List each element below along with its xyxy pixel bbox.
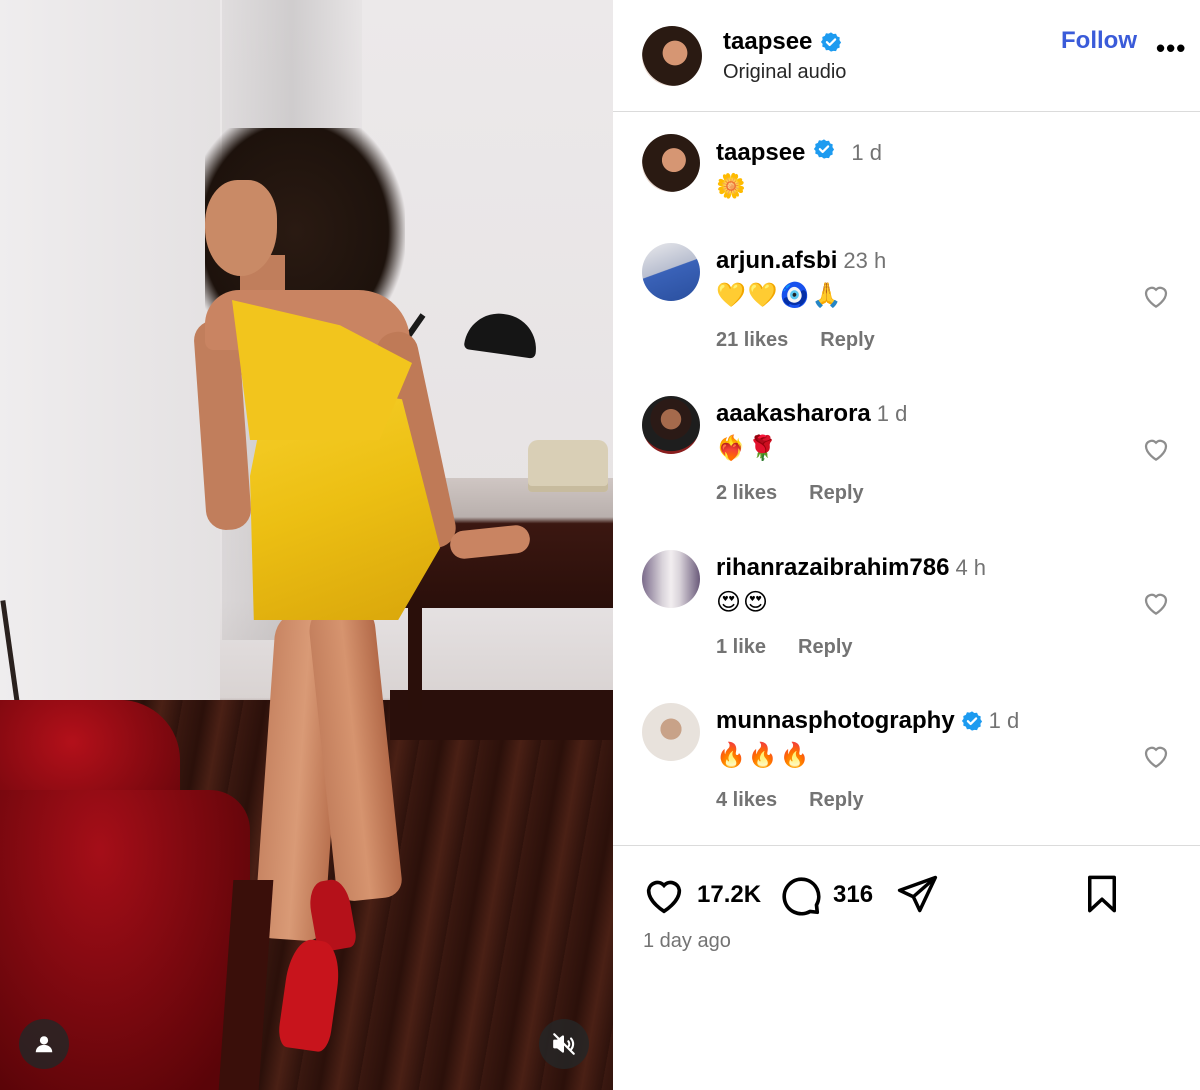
heart-icon[interactable] bbox=[1141, 281, 1171, 311]
heart-icon[interactable] bbox=[1141, 588, 1171, 618]
comment-meta: 1 like Reply bbox=[716, 636, 853, 659]
reply-button[interactable]: Reply bbox=[809, 789, 863, 812]
comment-time: 23 h bbox=[843, 248, 887, 273]
wall bbox=[0, 0, 220, 720]
comment-text: 💛💛🧿🙏 bbox=[716, 282, 844, 309]
like-count: 17.2K bbox=[697, 881, 762, 908]
original-audio-link[interactable]: Original audio bbox=[723, 61, 846, 84]
reply-button[interactable]: Reply bbox=[798, 636, 852, 659]
verified-badge-icon bbox=[814, 139, 835, 159]
comment-likes[interactable]: 2 likes bbox=[716, 482, 777, 505]
commenter-username[interactable]: rihanrazaibrahim786 bbox=[716, 554, 949, 582]
comment-likes[interactable]: 1 like bbox=[716, 636, 766, 659]
desk-leg bbox=[408, 600, 422, 710]
comment-item: munnasphotography 1 d 🔥🔥🔥 4 likes Reply bbox=[613, 703, 1200, 853]
heart-icon[interactable] bbox=[1141, 434, 1171, 464]
commenter-avatar[interactable] bbox=[642, 550, 700, 608]
comment-header: aaakasharora 1 d bbox=[716, 400, 907, 428]
heart-icon[interactable] bbox=[1141, 741, 1171, 771]
comment-item: rihanrazaibrahim786 4 h 😍😍 1 like Reply bbox=[613, 550, 1200, 700]
comment-item: arjun.afsbi 23 h 💛💛🧿🙏 21 likes Reply bbox=[613, 243, 1200, 393]
post-header: taapsee Original audio Follow ••• bbox=[613, 0, 1200, 112]
comment-header: munnasphotography 1 d bbox=[716, 707, 1019, 735]
comment-button[interactable]: 316 bbox=[777, 872, 873, 918]
follow-button[interactable]: Follow bbox=[1061, 27, 1137, 55]
comment-count: 316 bbox=[833, 881, 874, 908]
reply-button[interactable]: Reply bbox=[820, 329, 874, 352]
face bbox=[205, 180, 277, 276]
caption-text: 🌼 bbox=[716, 173, 746, 200]
mute-button[interactable] bbox=[539, 1019, 589, 1069]
commenter-avatar[interactable] bbox=[642, 396, 700, 454]
commenter-username[interactable]: munnasphotography bbox=[716, 707, 955, 735]
author-avatar[interactable] bbox=[642, 26, 702, 86]
caption-time: 1 d bbox=[851, 140, 882, 165]
like-button[interactable]: 17.2K bbox=[641, 872, 761, 918]
comment-likes[interactable]: 4 likes bbox=[716, 789, 777, 812]
comment-meta: 21 likes Reply bbox=[716, 329, 875, 352]
comment-time: 1 d bbox=[988, 708, 1020, 733]
post-details-panel: taapsee Original audio Follow ••• taapse… bbox=[613, 0, 1200, 1090]
comment-meta: 2 likes Reply bbox=[716, 482, 864, 505]
verified-badge-icon bbox=[961, 711, 982, 731]
tagged-users-button[interactable] bbox=[19, 1019, 69, 1069]
telephone bbox=[528, 440, 608, 492]
caption-header: taapsee 1 d bbox=[716, 138, 882, 167]
caption-username[interactable]: taapsee bbox=[716, 139, 805, 167]
desk-lamp bbox=[463, 309, 541, 359]
user-icon bbox=[35, 1036, 53, 1053]
comment-meta: 4 likes Reply bbox=[716, 789, 864, 812]
heart-icon bbox=[646, 880, 682, 914]
save-button[interactable] bbox=[1081, 872, 1123, 916]
skirting bbox=[390, 690, 613, 740]
commenter-username[interactable]: arjun.afsbi bbox=[716, 247, 837, 275]
bookmark-icon bbox=[1088, 875, 1116, 913]
posted-time[interactable]: 1 day ago bbox=[643, 930, 731, 953]
comment-icon bbox=[782, 877, 821, 916]
commenter-avatar[interactable] bbox=[642, 243, 700, 301]
comment-text: 😍😍 bbox=[716, 589, 771, 616]
commenter-username[interactable]: aaakasharora bbox=[716, 400, 871, 428]
reply-button[interactable]: Reply bbox=[809, 482, 863, 505]
author-name-row: taapsee bbox=[723, 28, 842, 56]
mute-icon bbox=[553, 1033, 575, 1055]
commenter-avatar[interactable] bbox=[642, 703, 700, 761]
comment-time: 1 d bbox=[876, 401, 908, 426]
author-username[interactable]: taapsee bbox=[723, 28, 812, 56]
comment-text: ❤️‍🔥🌹 bbox=[716, 435, 780, 462]
comment-text: 🔥🔥🔥 bbox=[716, 742, 812, 769]
comment-time: 4 h bbox=[955, 555, 987, 580]
share-icon bbox=[897, 875, 938, 913]
more-options-icon[interactable]: ••• bbox=[1156, 35, 1186, 61]
post-actions: 17.2K 316 1 day ago bbox=[613, 845, 1200, 1090]
caption-avatar[interactable] bbox=[642, 134, 700, 192]
comment-item: aaakasharora 1 d ❤️‍🔥🌹 2 likes Reply bbox=[613, 396, 1200, 546]
comment-likes[interactable]: 21 likes bbox=[716, 329, 788, 352]
comment-header: arjun.afsbi 23 h bbox=[716, 247, 886, 275]
comment-header: rihanrazaibrahim786 4 h bbox=[716, 554, 986, 582]
share-button[interactable] bbox=[895, 872, 939, 916]
post-media[interactable] bbox=[0, 0, 613, 1090]
verified-badge-icon bbox=[821, 32, 842, 52]
